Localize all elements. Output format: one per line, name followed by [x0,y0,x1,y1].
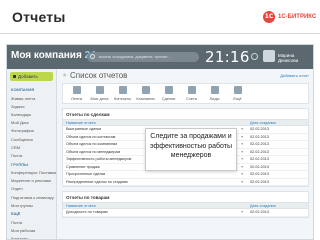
toolbar-item-icon [210,86,219,94]
top-bar: Моя компания 24 искать сотрудника, докум… [7,45,313,69]
table-row[interactable]: Распределение сделок по стадиям ▾ 02.02.20… [63,179,308,186]
column-header-date[interactable]: Дата создания [247,203,308,208]
toolbar-item-icon [95,86,104,94]
sidebar-item[interactable]: Конференция: Поставки [7,169,56,177]
sidebar-section-title: ГРУППЫ [11,161,29,167]
table-title: Отчеты по сделкам [66,112,110,117]
report-date: 02.02.2013 [250,149,270,154]
report-date: 02.02.2013 [250,172,270,176]
sidebar-item[interactable]: Отдел [7,185,56,193]
sidebar: Добавить КОМПАНИЯ Живая лента Задачи Календ… [7,69,57,239]
sidebar-item[interactable]: Контакты [7,235,56,239]
slide: Отчеты 1С 1С-БИТРИКС Моя компания 24 иск… [0,0,320,240]
sidebar-item[interactable]: Фотографии [7,127,56,135]
toolbar-item[interactable]: Счета [180,86,203,101]
column-header-name[interactable]: Название отчета [63,203,223,208]
report-date: 02.02.2013 [250,210,270,214]
table-header: Название отчета Дата создания [63,202,308,209]
avatar[interactable] [263,50,275,62]
report-date: 02.02.2013 [250,157,270,161]
gear-icon[interactable] [251,53,258,60]
toolbar-item-icon [72,86,81,94]
search-input[interactable]: искать сотрудника, документ, прочее... [87,52,199,62]
row-menu-icon[interactable]: ▾ [223,179,247,186]
report-date: 02.02.2013 [250,127,270,131]
toolbar-item-icon [118,86,127,94]
sidebar-sections: КОМПАНИЯ Живая лента Задачи Календарь Мой Ди… [7,85,56,239]
add-button[interactable]: Добавить [10,72,53,81]
toolbar-item-label: Лента [70,96,83,101]
sidebar-item[interactable]: Почта [7,218,56,226]
report-date: 02.02.2013 [250,134,270,139]
sidebar-item[interactable]: Моя рабочая [7,227,56,235]
slide-divider [0,33,320,34]
search-placeholder: искать сотрудника, документ, прочее... [99,54,171,59]
report-name[interactable]: Доходность по товарам [63,209,223,216]
toolbar-item-label: Счета [185,96,198,101]
sidebar-item[interactable]: Сообщения [7,135,56,143]
sidebar-section-title: ЕЩЁ [11,211,21,217]
sidebar-item[interactable]: Задачи [7,102,56,110]
sidebar-item[interactable]: Мои группы [7,201,56,209]
brand-logo: 1С 1С-БИТРИКС [263,11,316,23]
page-title: Список отчетов [70,71,128,80]
callout-box: Следите за продажами и эффективностью ра… [145,128,237,171]
crm-toolbar: Лента Мои дела Контакты Компании Сделки Счета… [62,83,309,104]
table-header: Название отчета Дата создания [63,119,308,126]
report-date: 02.02.2013 [250,142,270,146]
sidebar-item[interactable]: Календарь [7,110,56,118]
sidebar-item[interactable]: Живая лента [7,94,56,102]
toolbar-item-label: Ещё [233,96,242,101]
sidebar-item[interactable]: Подготовка к семинару [7,193,56,201]
toolbar-item-label: Лиды [209,96,220,101]
report-date: 02.02.2013 [250,179,270,184]
table-row[interactable]: Доходность по товарам ▾ 02.02.2013 [63,209,308,217]
sidebar-item[interactable]: CRM [7,143,56,151]
company-name: Моя компания [11,50,82,61]
company-logo[interactable]: Моя компания 24 [11,50,96,61]
toolbar-item-label: Контакты [113,96,132,101]
report-name[interactable]: Распределение сделок по стадиям [63,179,223,186]
report-date: 02.02.2013 [250,164,270,169]
toolbar-item[interactable]: Компании [134,86,157,101]
toolbar-item[interactable]: Контакты [111,86,134,101]
row-menu-icon[interactable]: ▾ [223,209,247,216]
toolbar-item[interactable]: Лента [65,86,88,101]
toolbar-item-label: Компании [136,96,155,101]
add-report-link[interactable]: Добавить отчет [280,73,309,78]
toolbar-item-label: Сделки [161,96,176,101]
column-header-date[interactable]: Дата создания [247,120,308,125]
page-header: ★ Список отчетов Добавить отчет [58,69,313,83]
toolbar-item-icon [187,86,196,94]
user-name[interactable]: Марина Денисова [278,53,313,63]
search-icon [90,54,95,59]
toolbar-item-icon [233,86,242,94]
report-name[interactable]: Просроченные сделки [63,171,223,178]
table-title: Отчеты по товарам [66,195,110,200]
row-menu-icon[interactable]: ▾ [223,171,247,178]
toolbar-item[interactable]: Ещё [226,86,249,101]
toolbar-item-icon [164,86,173,94]
products-reports-table: Отчеты по товарам Название отчета Дата с… [62,191,309,218]
column-header-spacer [223,120,247,125]
sidebar-item[interactable]: Мой Диск [7,119,56,127]
toolbar-item[interactable]: Лиды [203,86,226,101]
toolbar-item-label: Мои дела [90,96,109,101]
table-row[interactable]: Просроченные сделки ▾ 02.02.2013 [63,171,308,179]
slide-title: Отчеты [12,9,66,25]
star-icon[interactable]: ★ [62,72,67,79]
brand-mark-icon: 1С [263,11,275,23]
clock: 21:16 [205,48,250,66]
brand-name: 1С-БИТРИКС [278,14,317,20]
column-header-spacer [223,203,247,208]
table-body: Доходность по товарам ▾ 02.02.2013 [63,209,308,217]
sidebar-item[interactable]: Маркетинг и реклама [7,177,56,185]
toolbar-item[interactable]: Сделки [157,86,180,101]
sidebar-section-title: КОМПАНИЯ [11,87,35,92]
column-header-name[interactable]: Название отчета [63,120,223,125]
toolbar-item-icon [141,86,150,94]
sidebar-item[interactable]: Почта [7,151,56,159]
toolbar-item[interactable]: Мои дела [88,86,111,101]
